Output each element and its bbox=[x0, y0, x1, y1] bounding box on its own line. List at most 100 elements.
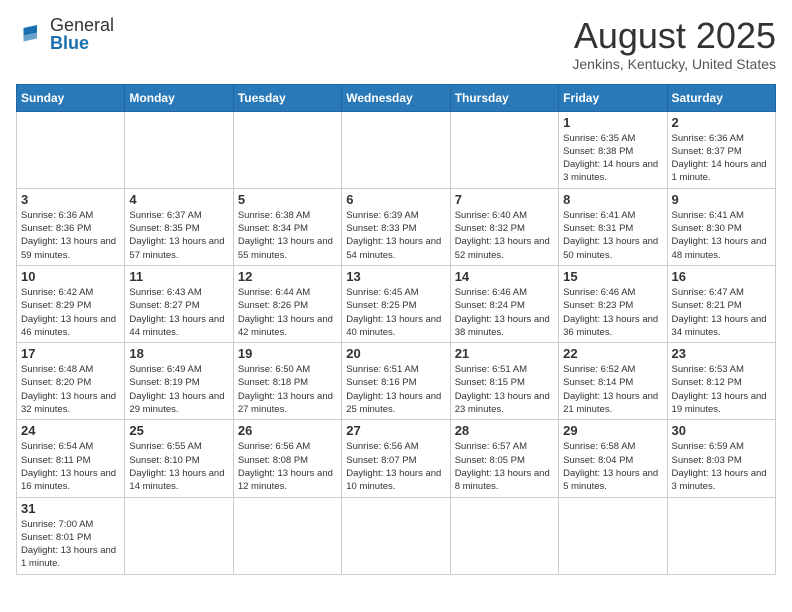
col-header-monday: Monday bbox=[125, 84, 233, 111]
day-number: 24 bbox=[21, 423, 120, 438]
day-number: 21 bbox=[455, 346, 554, 361]
logo-text: General Blue bbox=[50, 16, 114, 52]
day-number: 11 bbox=[129, 269, 228, 284]
day-info: Sunrise: 6:52 AM Sunset: 8:14 PM Dayligh… bbox=[563, 363, 662, 416]
day-info: Sunrise: 6:40 AM Sunset: 8:32 PM Dayligh… bbox=[455, 209, 554, 262]
day-info: Sunrise: 6:36 AM Sunset: 8:37 PM Dayligh… bbox=[672, 132, 771, 185]
day-info: Sunrise: 6:45 AM Sunset: 8:25 PM Dayligh… bbox=[346, 286, 445, 339]
day-cell bbox=[450, 497, 558, 574]
day-number: 8 bbox=[563, 192, 662, 207]
day-cell: 11 Sunrise: 6:43 AM Sunset: 8:27 PM Dayli… bbox=[125, 265, 233, 342]
day-cell: 27Sunrise: 6:56 AM Sunset: 8:07 PM Dayli… bbox=[342, 420, 450, 497]
day-cell: 12Sunrise: 6:44 AM Sunset: 8:26 PM Dayli… bbox=[233, 265, 341, 342]
col-header-friday: Friday bbox=[559, 84, 667, 111]
day-number: 27 bbox=[346, 423, 445, 438]
day-cell bbox=[559, 497, 667, 574]
day-cell: 17 Sunrise: 6:48 AM Sunset: 8:20 PM Dayli… bbox=[17, 343, 125, 420]
day-number: 20 bbox=[346, 346, 445, 361]
day-number: 2 bbox=[672, 115, 771, 130]
day-number: 30 bbox=[672, 423, 771, 438]
day-cell bbox=[342, 497, 450, 574]
day-info: Sunrise: 6:49 AM Sunset: 8:19 PM Dayligh… bbox=[129, 363, 228, 416]
day-number: 14 bbox=[455, 269, 554, 284]
day-number: 26 bbox=[238, 423, 337, 438]
day-info: Sunrise: 6:46 AM Sunset: 8:23 PM Dayligh… bbox=[563, 286, 662, 339]
week-row-3: 10Sunrise: 6:42 AM Sunset: 8:29 PM Dayli… bbox=[17, 265, 776, 342]
day-number: 7 bbox=[455, 192, 554, 207]
day-cell: 3 Sunrise: 6:36 AM Sunset: 8:36 PM Daylig… bbox=[17, 188, 125, 265]
day-info: Sunrise: 6:37 AM Sunset: 8:35 PM Dayligh… bbox=[129, 209, 228, 262]
col-header-sunday: Sunday bbox=[17, 84, 125, 111]
calendar-header-row: SundayMondayTuesdayWednesdayThursdayFrid… bbox=[17, 84, 776, 111]
day-cell: 25Sunrise: 6:55 AM Sunset: 8:10 PM Dayli… bbox=[125, 420, 233, 497]
logo: General Blue bbox=[16, 16, 114, 52]
day-number: 22 bbox=[563, 346, 662, 361]
day-number: 5 bbox=[238, 192, 337, 207]
col-header-thursday: Thursday bbox=[450, 84, 558, 111]
day-number: 10 bbox=[21, 269, 120, 284]
day-number: 4 bbox=[129, 192, 228, 207]
col-header-wednesday: Wednesday bbox=[342, 84, 450, 111]
day-info: Sunrise: 6:48 AM Sunset: 8:20 PM Dayligh… bbox=[21, 363, 120, 416]
day-cell: 6 Sunrise: 6:39 AM Sunset: 8:33 PM Daylig… bbox=[342, 188, 450, 265]
day-number: 6 bbox=[346, 192, 445, 207]
day-cell: 2 Sunrise: 6:36 AM Sunset: 8:37 PM Daylig… bbox=[667, 111, 775, 188]
day-number: 16 bbox=[672, 269, 771, 284]
day-number: 19 bbox=[238, 346, 337, 361]
day-number: 31 bbox=[21, 501, 120, 516]
day-cell: 28 Sunrise: 6:57 AM Sunset: 8:05 PM Dayli… bbox=[450, 420, 558, 497]
day-cell: 16 Sunrise: 6:47 AM Sunset: 8:21 PM Dayli… bbox=[667, 265, 775, 342]
day-number: 23 bbox=[672, 346, 771, 361]
day-cell: 22 Sunrise: 6:52 AM Sunset: 8:14 PM Dayli… bbox=[559, 343, 667, 420]
day-cell: 23 Sunrise: 6:53 AM Sunset: 8:12 PM Dayli… bbox=[667, 343, 775, 420]
day-info: Sunrise: 6:50 AM Sunset: 8:18 PM Dayligh… bbox=[238, 363, 337, 416]
day-number: 12 bbox=[238, 269, 337, 284]
day-info: Sunrise: 6:35 AM Sunset: 8:38 PM Dayligh… bbox=[563, 132, 662, 185]
day-info: Sunrise: 6:36 AM Sunset: 8:36 PM Dayligh… bbox=[21, 209, 120, 262]
day-cell: 30Sunrise: 6:59 AM Sunset: 8:03 PM Dayli… bbox=[667, 420, 775, 497]
day-number: 9 bbox=[672, 192, 771, 207]
location-title: Jenkins, Kentucky, United States bbox=[572, 56, 776, 72]
day-cell bbox=[233, 111, 341, 188]
month-title: August 2025 bbox=[572, 16, 776, 56]
day-info: Sunrise: 7:00 AM Sunset: 8:01 PM Dayligh… bbox=[21, 518, 120, 571]
day-cell: 13 Sunrise: 6:45 AM Sunset: 8:25 PM Dayli… bbox=[342, 265, 450, 342]
day-number: 3 bbox=[21, 192, 120, 207]
day-cell: 7 Sunrise: 6:40 AM Sunset: 8:32 PM Daylig… bbox=[450, 188, 558, 265]
day-cell: 10Sunrise: 6:42 AM Sunset: 8:29 PM Dayli… bbox=[17, 265, 125, 342]
day-info: Sunrise: 6:41 AM Sunset: 8:31 PM Dayligh… bbox=[563, 209, 662, 262]
day-info: Sunrise: 6:43 AM Sunset: 8:27 PM Dayligh… bbox=[129, 286, 228, 339]
day-cell bbox=[125, 497, 233, 574]
day-number: 28 bbox=[455, 423, 554, 438]
day-cell: 15Sunrise: 6:46 AM Sunset: 8:23 PM Dayli… bbox=[559, 265, 667, 342]
day-cell bbox=[125, 111, 233, 188]
day-cell: 26 Sunrise: 6:56 AM Sunset: 8:08 PM Dayli… bbox=[233, 420, 341, 497]
day-info: Sunrise: 6:47 AM Sunset: 8:21 PM Dayligh… bbox=[672, 286, 771, 339]
day-info: Sunrise: 6:53 AM Sunset: 8:12 PM Dayligh… bbox=[672, 363, 771, 416]
day-cell bbox=[17, 111, 125, 188]
title-area: August 2025 Jenkins, Kentucky, United St… bbox=[572, 16, 776, 72]
week-row-2: 3 Sunrise: 6:36 AM Sunset: 8:36 PM Daylig… bbox=[17, 188, 776, 265]
day-cell: 4 Sunrise: 6:37 AM Sunset: 8:35 PM Daylig… bbox=[125, 188, 233, 265]
day-cell: 8 Sunrise: 6:41 AM Sunset: 8:31 PM Daylig… bbox=[559, 188, 667, 265]
day-info: Sunrise: 6:54 AM Sunset: 8:11 PM Dayligh… bbox=[21, 440, 120, 493]
col-header-tuesday: Tuesday bbox=[233, 84, 341, 111]
day-cell: 19 Sunrise: 6:50 AM Sunset: 8:18 PM Dayli… bbox=[233, 343, 341, 420]
day-cell: 31 Sunrise: 7:00 AM Sunset: 8:01 PM Dayli… bbox=[17, 497, 125, 574]
day-info: Sunrise: 6:56 AM Sunset: 8:08 PM Dayligh… bbox=[238, 440, 337, 493]
day-info: Sunrise: 6:39 AM Sunset: 8:33 PM Dayligh… bbox=[346, 209, 445, 262]
day-info: Sunrise: 6:57 AM Sunset: 8:05 PM Dayligh… bbox=[455, 440, 554, 493]
day-cell: 1 Sunrise: 6:35 AM Sunset: 8:38 PM Daylig… bbox=[559, 111, 667, 188]
week-row-4: 17 Sunrise: 6:48 AM Sunset: 8:20 PM Dayli… bbox=[17, 343, 776, 420]
day-cell bbox=[342, 111, 450, 188]
day-info: Sunrise: 6:51 AM Sunset: 8:15 PM Dayligh… bbox=[455, 363, 554, 416]
day-cell bbox=[450, 111, 558, 188]
day-number: 1 bbox=[563, 115, 662, 130]
day-cell: 29Sunrise: 6:58 AM Sunset: 8:04 PM Dayli… bbox=[559, 420, 667, 497]
header: General Blue August 2025 Jenkins, Kentuc… bbox=[16, 16, 776, 72]
day-number: 13 bbox=[346, 269, 445, 284]
day-cell: 5Sunrise: 6:38 AM Sunset: 8:34 PM Daylig… bbox=[233, 188, 341, 265]
week-row-1: 1 Sunrise: 6:35 AM Sunset: 8:38 PM Daylig… bbox=[17, 111, 776, 188]
generalblue-icon bbox=[16, 22, 46, 46]
day-number: 17 bbox=[21, 346, 120, 361]
